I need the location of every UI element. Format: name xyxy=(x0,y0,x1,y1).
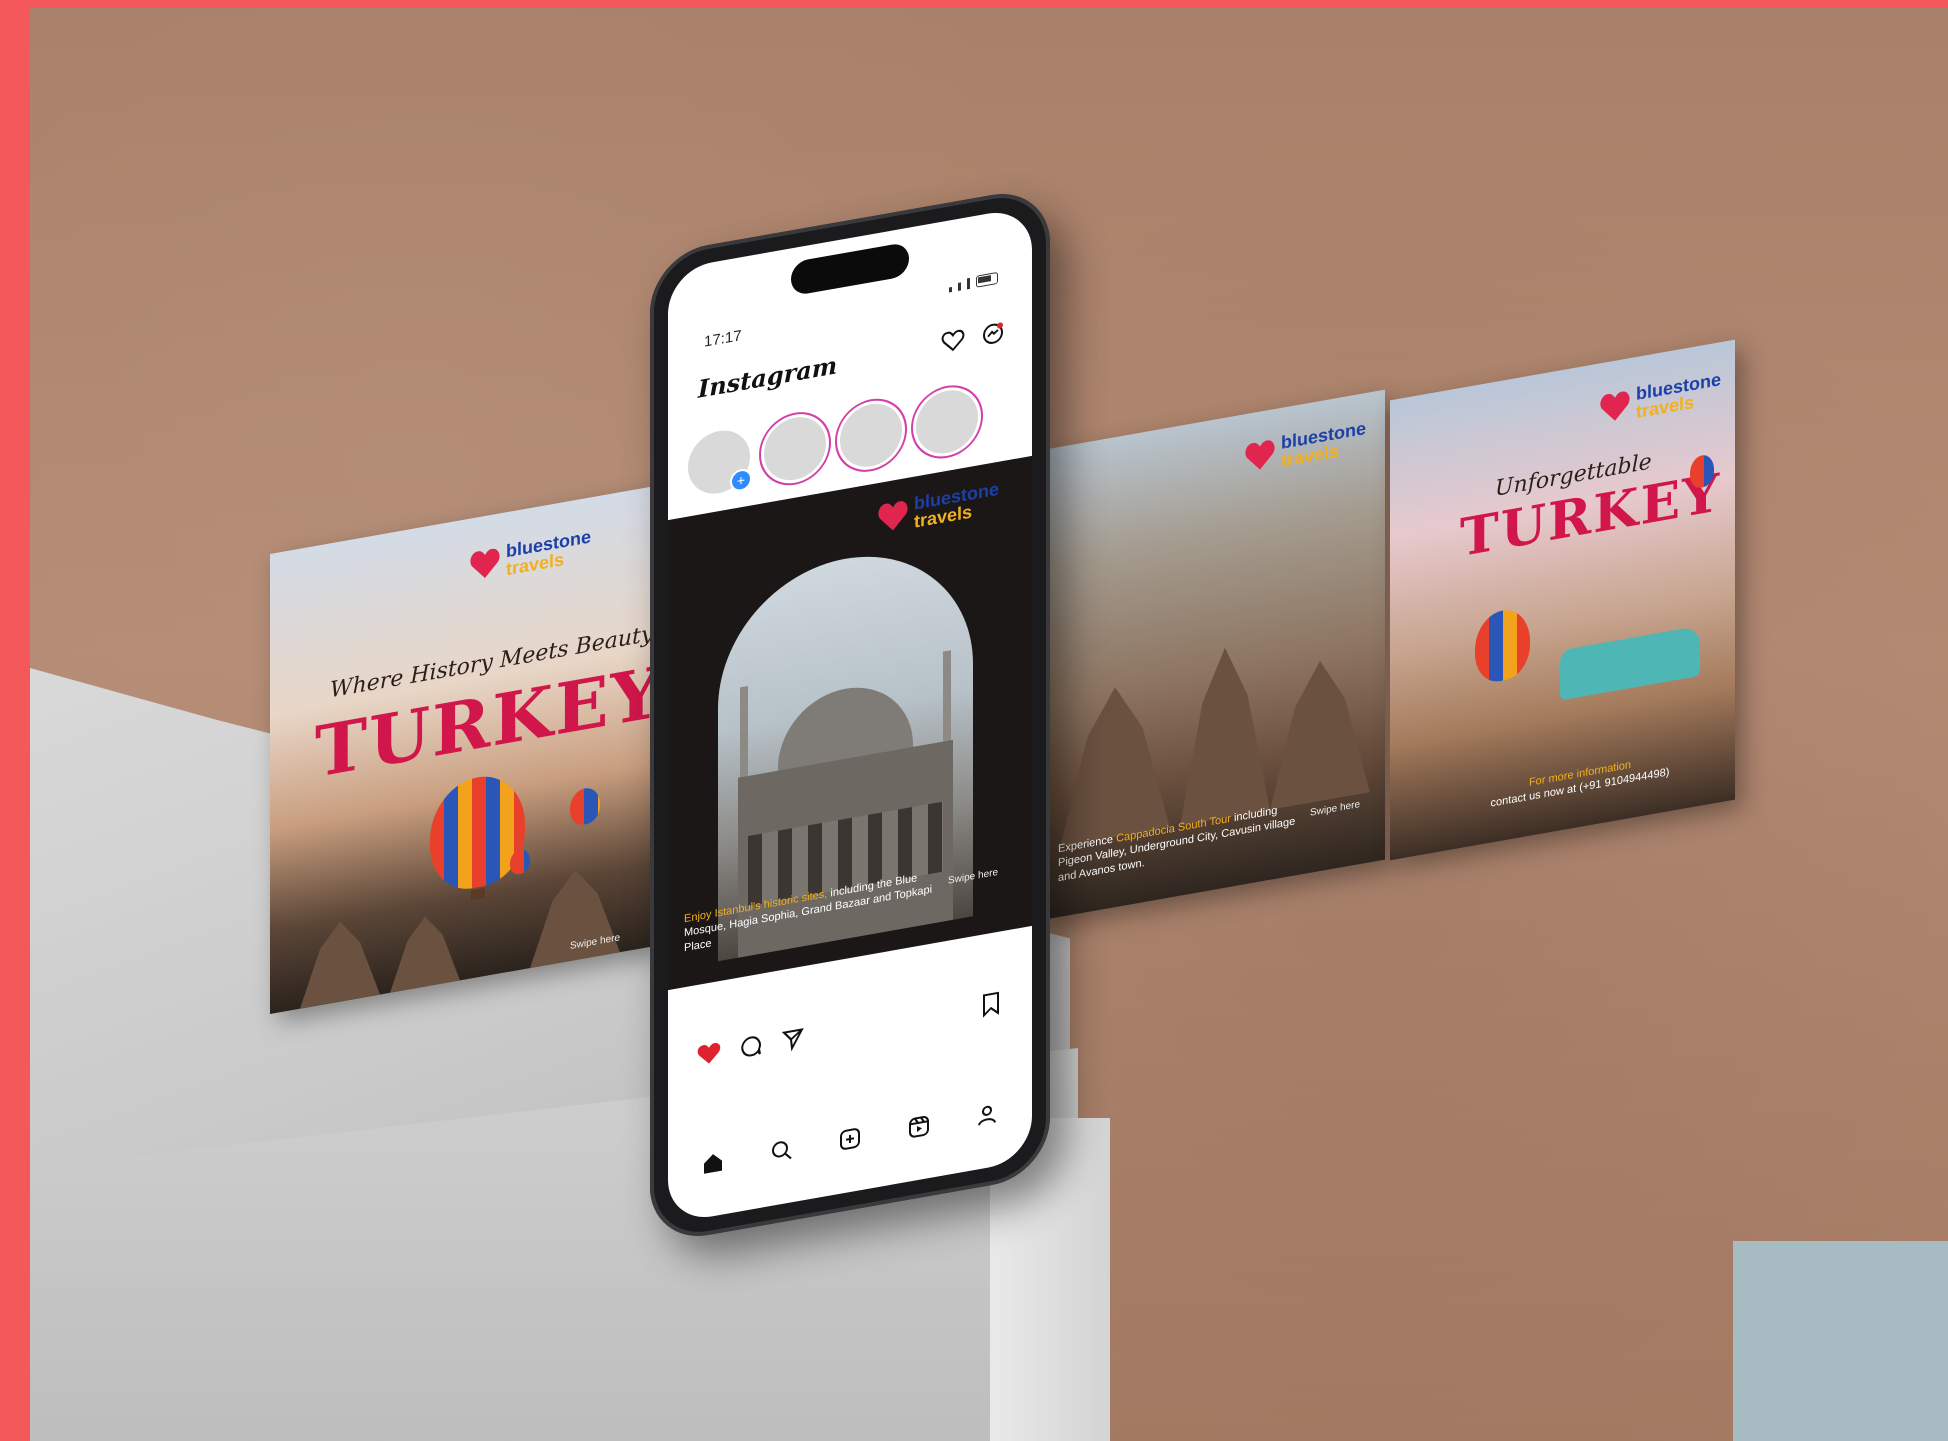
brand-logo: bluestone travels xyxy=(470,526,591,584)
phone-screen: 17:17 Instagram bluesto xyxy=(668,205,1032,1225)
feed-post-image[interactable]: bluestone travels Enjoy Istanbul's histo… xyxy=(668,455,1032,991)
balloon-basket xyxy=(471,888,485,901)
heart-logo-icon xyxy=(1600,390,1630,423)
heart-logo-icon xyxy=(878,500,908,533)
rock-formation xyxy=(390,910,460,992)
rock-formation xyxy=(1270,652,1370,810)
hot-air-balloon-icon xyxy=(430,768,525,896)
carousel-post-3[interactable]: bluestone travels Experience Cappadocia … xyxy=(1040,389,1385,921)
story-item[interactable] xyxy=(916,385,978,459)
brand-logo: bluestone travels xyxy=(1245,418,1366,476)
swipe-hint: Swipe here xyxy=(1310,798,1361,819)
dynamic-island xyxy=(791,241,909,297)
corner-block xyxy=(1733,1241,1948,1441)
like-heart-icon[interactable] xyxy=(696,1039,722,1070)
heart-logo-icon xyxy=(1245,439,1275,472)
add-post-icon[interactable] xyxy=(837,1124,863,1155)
signal-icon xyxy=(958,282,961,291)
bottom-tab-bar xyxy=(700,1100,1000,1179)
profile-icon[interactable] xyxy=(974,1100,1000,1131)
header-actions xyxy=(940,318,1006,356)
phone-mockup: 17:17 Instagram bluesto xyxy=(650,184,1050,1246)
app-title: Instagram xyxy=(698,350,838,404)
battery-icon xyxy=(976,271,998,288)
rock-formation xyxy=(1060,677,1170,846)
story-item[interactable] xyxy=(840,398,902,472)
rock-formation xyxy=(530,862,620,968)
share-icon[interactable] xyxy=(780,1024,806,1055)
signal-icon xyxy=(967,277,970,290)
search-icon[interactable] xyxy=(769,1136,795,1167)
status-icons xyxy=(949,271,998,293)
vintage-car xyxy=(1560,625,1700,701)
story-own[interactable] xyxy=(688,425,750,499)
post-actions xyxy=(696,989,1004,1069)
contact-info: For more information contact us now at (… xyxy=(1490,758,1670,810)
comment-icon[interactable] xyxy=(738,1031,764,1062)
rock-formation xyxy=(1180,640,1270,826)
brand-logo: bluestone travels xyxy=(878,479,999,537)
carousel-post-4[interactable]: bluestone travels Unforgettable TURKEY F… xyxy=(1390,339,1735,861)
carousel-post-1[interactable]: bluestone travels Where History Meets Be… xyxy=(270,486,655,1014)
brand-logo: bluestone travels xyxy=(1600,369,1721,427)
hot-air-balloon-icon xyxy=(570,785,600,828)
heart-icon[interactable] xyxy=(940,326,966,357)
home-icon[interactable] xyxy=(700,1148,726,1179)
signal-icon xyxy=(949,287,952,293)
rock-formation xyxy=(300,915,380,1009)
reels-icon[interactable] xyxy=(906,1112,932,1143)
hot-air-balloon-icon xyxy=(1475,605,1530,686)
messenger-icon[interactable] xyxy=(980,318,1006,349)
heart-logo-icon xyxy=(470,547,500,580)
story-item[interactable] xyxy=(764,412,826,486)
status-time: 17:17 xyxy=(704,327,742,351)
bookmark-icon[interactable] xyxy=(978,989,1004,1020)
